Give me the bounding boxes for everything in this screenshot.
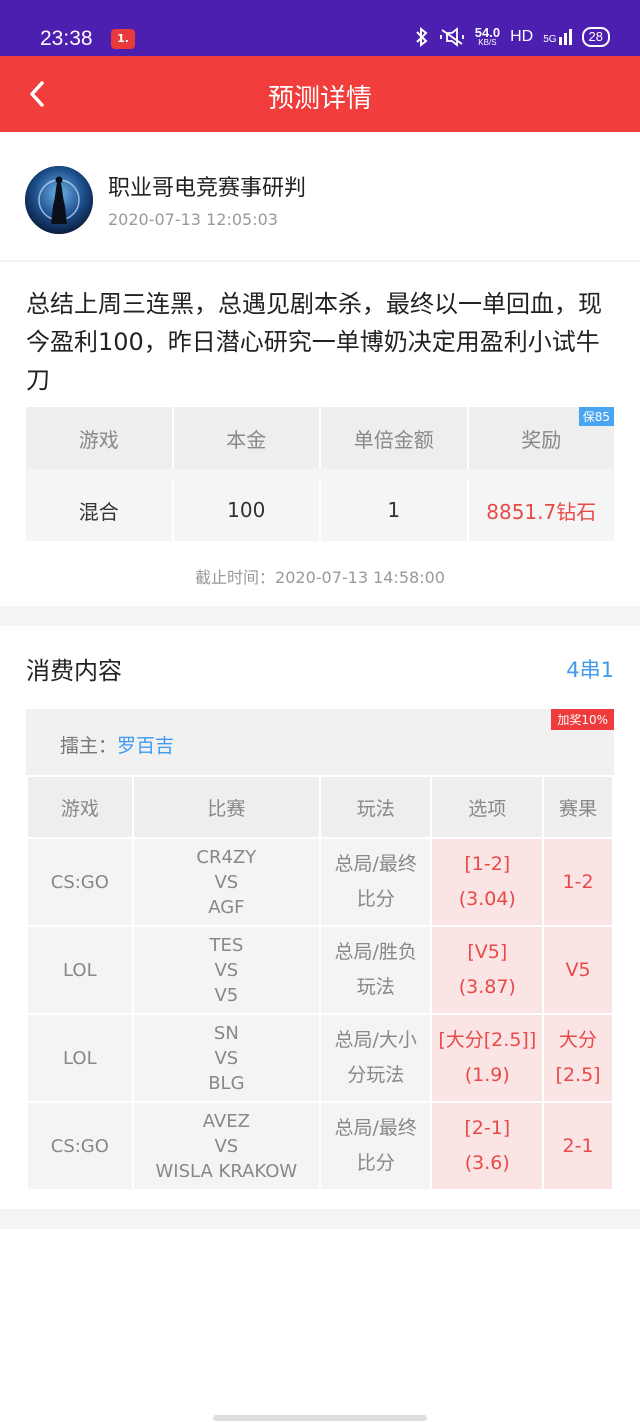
bet-info-value-row: 混合 100 1 8851.7钻石 xyxy=(26,479,614,541)
bet-info-table: 游戏 本金 单倍金额 奖励 混合 100 1 8851.7钻石 保85 xyxy=(26,407,614,541)
game-list: 擂主：罗百吉 加奖10% 游戏 比赛 玩法 选项 赛果 CS:GO CR4ZY V… xyxy=(26,709,614,1191)
column-header-result: 赛果 xyxy=(542,775,614,839)
match-play-type: 总局/胜负 玩法 xyxy=(319,925,433,1015)
section-divider xyxy=(0,606,640,626)
match-teams: TES VS V5 xyxy=(131,925,322,1015)
column-header-match: 比赛 xyxy=(131,775,322,839)
bet-header-game: 游戏 xyxy=(26,407,174,469)
match-pick: [大分[2.5]] (1.9) xyxy=(430,1013,545,1103)
match-game: LOL xyxy=(26,925,134,1015)
match-teams: SN VS BLG xyxy=(131,1013,322,1103)
host-label: 擂主：罗百吉 xyxy=(60,735,175,757)
page-title: 预测详情 xyxy=(267,84,372,114)
home-indicator[interactable] xyxy=(213,1415,427,1421)
column-header-pick: 选项 xyxy=(430,775,545,839)
chevron-left-icon[interactable] xyxy=(22,78,54,110)
match-play-type: 总局/最终 比分 xyxy=(319,1101,433,1191)
bet-info-header-row: 游戏 本金 单倍金额 奖励 xyxy=(26,407,614,469)
notification-app-icon: 1. xyxy=(111,29,135,49)
bottom-divider xyxy=(0,1209,640,1229)
match-game: CS:GO xyxy=(26,1101,134,1191)
match-teams: AVEZ VS WISLA KRAKOW xyxy=(131,1101,322,1191)
table-row: CS:GO AVEZ VS WISLA KRAKOW 总局/最终 比分 [2-1] (3… xyxy=(26,1101,614,1191)
column-header-play: 玩法 xyxy=(319,775,433,839)
status-icons: 54.0 KB/S HD 5G 28 xyxy=(415,26,610,47)
author-name[interactable]: 职业哥电竞赛事研判 xyxy=(108,170,306,202)
post-date: 2020-07-13 12:05:03 xyxy=(108,210,278,229)
bet-header-principal: 本金 xyxy=(174,407,321,469)
status-bar: 23:38 1. 54.0 KB/S HD 5G 28 xyxy=(0,0,640,56)
match-teams: CR4ZY VS AGF xyxy=(131,837,322,927)
table-row: CS:GO CR4ZY VS AGF 总局/最终 比分 [1-2] (3.04) 1-2 xyxy=(26,837,614,927)
column-header-game: 游戏 xyxy=(26,775,134,839)
bet-header-unit-amount: 单倍金额 xyxy=(321,407,469,469)
match-pick: [2-1] (3.6) xyxy=(430,1101,545,1191)
signal-5g-icon: 5G xyxy=(543,28,572,45)
network-speed: 54.0 KB/S xyxy=(474,25,501,47)
match-result: 1-2 xyxy=(542,837,614,927)
prediction-summary: 总结上周三连黑，总遇见剧本杀，最终以一单回血，现今盈利100，昨日潜心研究一单博… xyxy=(26,290,602,394)
host-row: 擂主：罗百吉 加奖10% xyxy=(26,709,614,775)
bet-value-game: 混合 xyxy=(26,479,174,541)
parlay-type: 4串1 xyxy=(566,658,614,682)
bet-value-principal: 100 xyxy=(174,479,321,541)
battery-icon: 28 xyxy=(581,26,610,47)
bet-value-reward: 8851.7钻石 xyxy=(486,499,597,524)
match-play-type: 总局/大小 分玩法 xyxy=(319,1013,433,1103)
match-pick: [1-2] (3.04) xyxy=(430,837,545,927)
match-result: 大分 [2.5] xyxy=(542,1013,614,1103)
match-result: V5 xyxy=(542,925,614,1015)
table-row: LOL TES VS V5 总局/胜负 玩法 [V5] (3.87) V5 xyxy=(26,925,614,1015)
avatar[interactable] xyxy=(25,166,93,234)
matches-table: 游戏 比赛 玩法 选项 赛果 CS:GO CR4ZY VS AGF 总局/最终 比分 … xyxy=(26,775,614,1191)
table-row: LOL SN VS BLG 总局/大小 分玩法 [大分[2.5]] (1.9) 大分 [2… xyxy=(26,1013,614,1103)
match-result: 2-1 xyxy=(542,1101,614,1191)
match-play-type: 总局/最终 比分 xyxy=(319,837,433,927)
table-header-row: 游戏 比赛 玩法 选项 赛果 xyxy=(26,775,614,839)
mute-vibrate-icon xyxy=(439,26,464,47)
bonus-badge: 加奖10% xyxy=(551,709,614,730)
bet-value-unit-amount: 1 xyxy=(321,479,469,541)
author-card: 职业哥电竞赛事研判 2020-07-13 12:05:03 xyxy=(0,132,640,262)
match-game: CS:GO xyxy=(26,837,134,927)
status-time: 23:38 xyxy=(40,27,93,50)
match-pick: [V5] (3.87) xyxy=(430,925,545,1015)
section-title-consumption: 消费内容 xyxy=(26,657,122,685)
guarantee-badge: 保85 xyxy=(578,407,614,426)
host-name[interactable]: 罗百吉 xyxy=(117,735,174,757)
hd-indicator: HD xyxy=(510,27,534,45)
bluetooth-icon xyxy=(416,26,428,47)
match-game: LOL xyxy=(26,1013,134,1103)
title-bar: 预测详情 xyxy=(0,56,640,132)
deadline-text: 截止时间：2020-07-13 14:58:00 xyxy=(195,568,445,587)
